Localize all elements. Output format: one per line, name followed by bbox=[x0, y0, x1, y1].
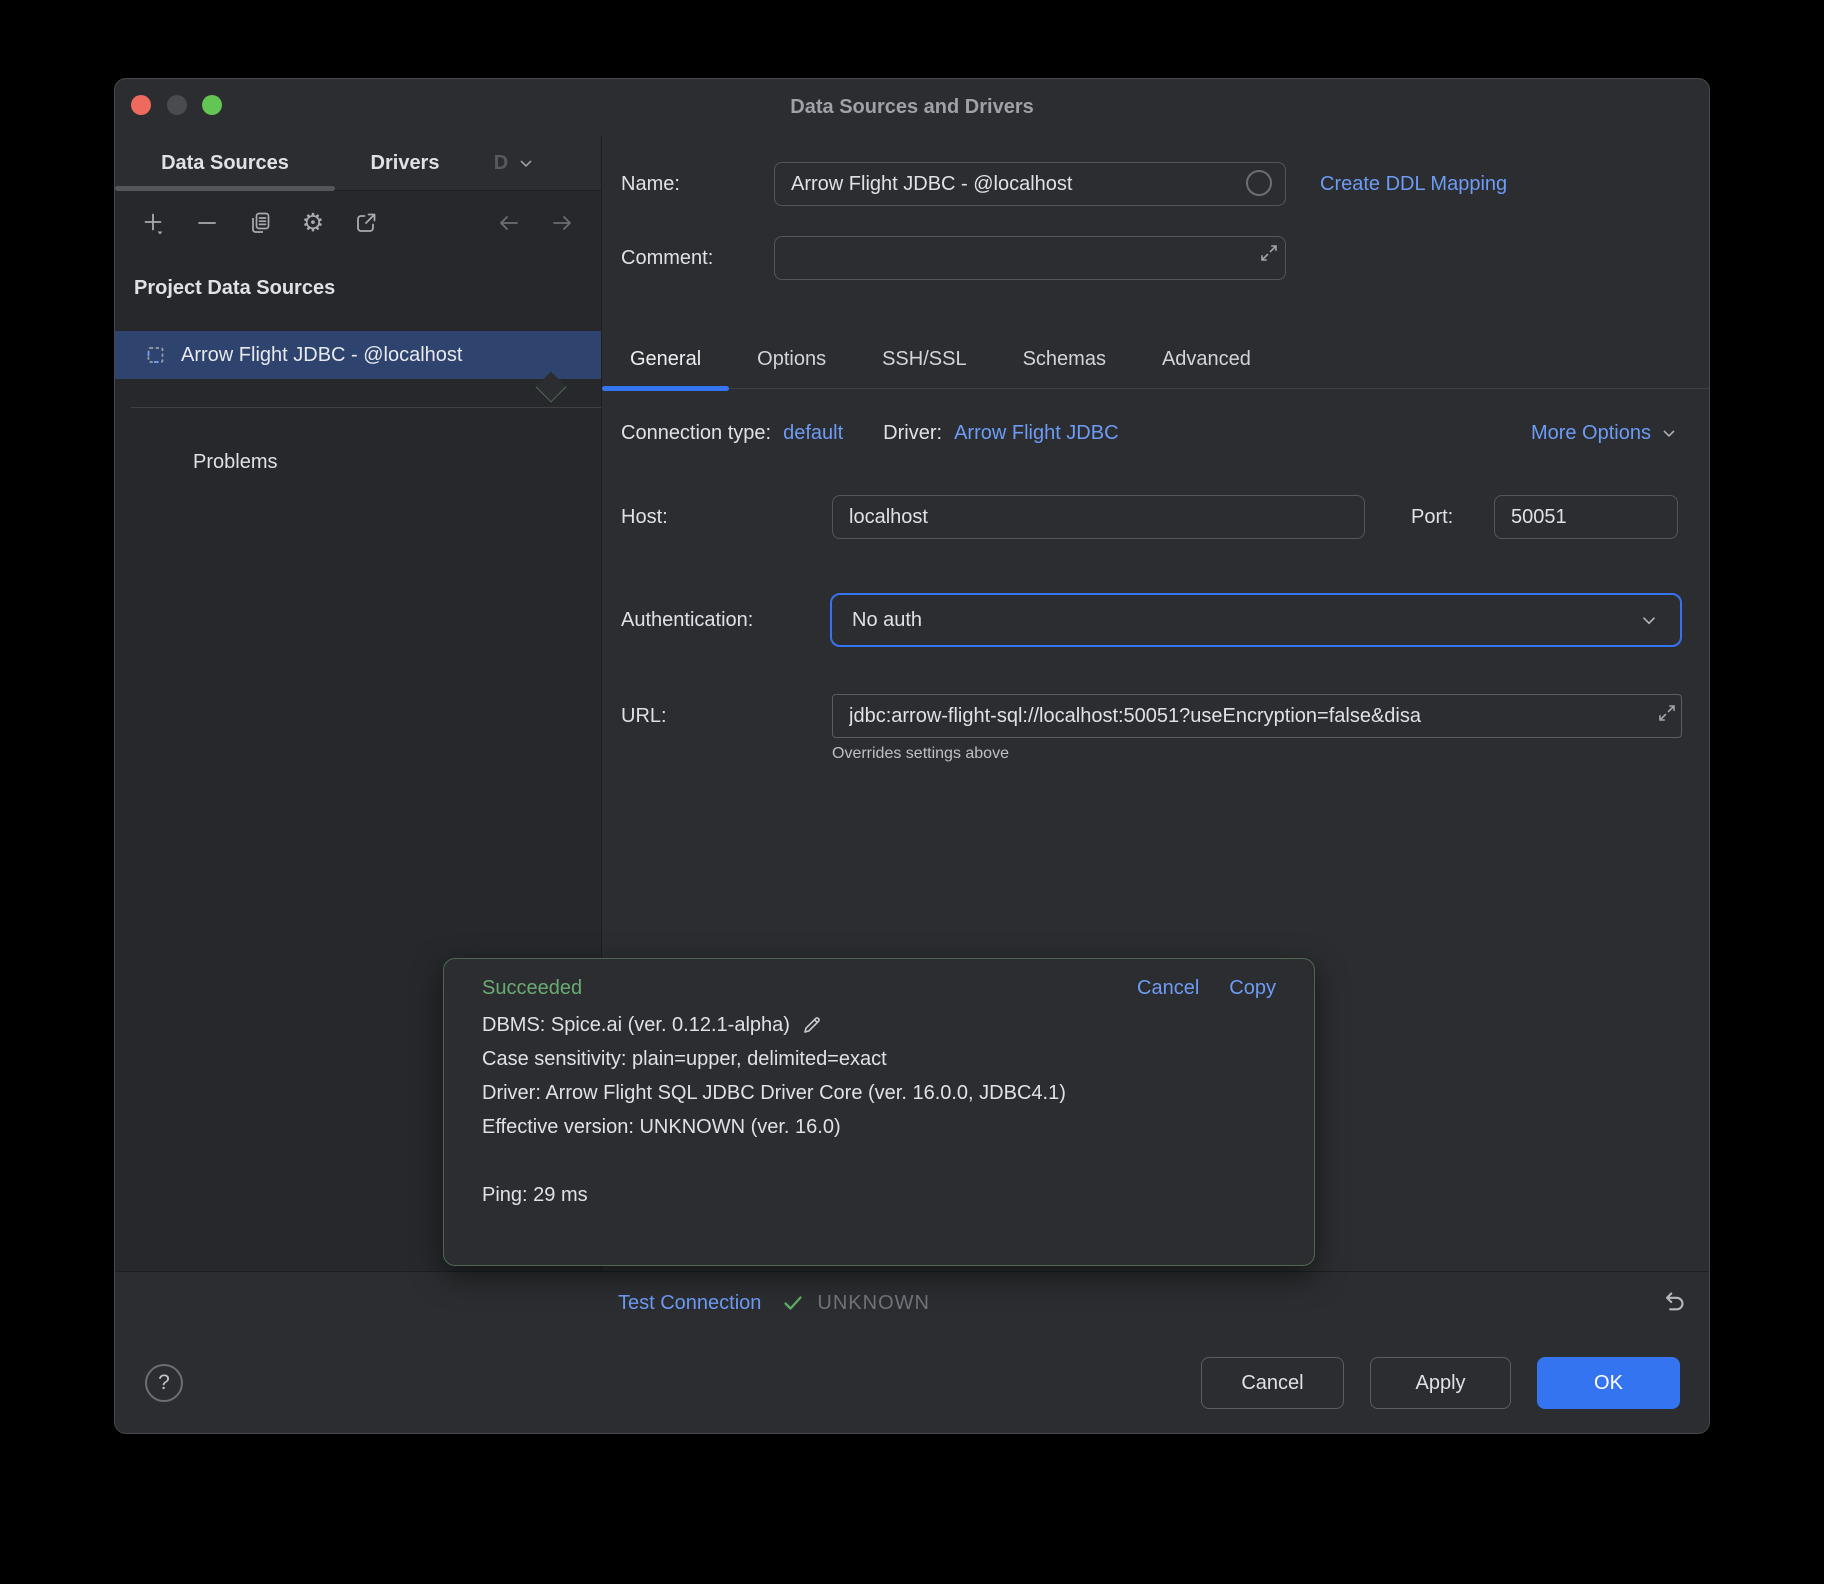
window-title: Data Sources and Drivers bbox=[115, 79, 1709, 135]
minimize-window-button[interactable] bbox=[167, 95, 187, 115]
name-field-wrap bbox=[774, 162, 1286, 206]
connection-type-value[interactable]: default bbox=[783, 422, 843, 445]
test-connection-popup: Succeeded Cancel Copy DBMS: Spice.ai (ve… bbox=[443, 958, 1315, 1266]
tab-ddl-mappings-truncated[interactable]: D bbox=[475, 135, 555, 191]
tab-drivers[interactable]: Drivers bbox=[335, 135, 475, 191]
remove-icon[interactable] bbox=[194, 210, 220, 236]
chevron-down-icon bbox=[1659, 423, 1679, 443]
status-succeeded: Succeeded bbox=[482, 977, 582, 1000]
host-input[interactable] bbox=[832, 495, 1365, 539]
add-icon[interactable] bbox=[141, 210, 167, 236]
close-window-button[interactable] bbox=[131, 95, 151, 115]
name-label: Name: bbox=[621, 162, 680, 206]
edit-pencil-icon[interactable] bbox=[800, 1013, 824, 1037]
more-options-button[interactable]: More Options bbox=[1531, 417, 1679, 449]
sidebar-toolbar: ⚙ bbox=[115, 192, 601, 254]
open-in-new-icon[interactable] bbox=[353, 210, 379, 236]
form-tab-underline bbox=[602, 388, 1710, 389]
comment-label: Comment: bbox=[621, 236, 713, 280]
more-options-label: More Options bbox=[1531, 422, 1651, 445]
port-label: Port: bbox=[1411, 495, 1453, 539]
ok-button[interactable]: OK bbox=[1537, 1357, 1680, 1409]
tab-general[interactable]: General bbox=[602, 329, 729, 389]
undo-icon[interactable] bbox=[1651, 1281, 1695, 1325]
back-arrow-icon[interactable] bbox=[496, 210, 522, 236]
data-source-item[interactable]: Arrow Flight JDBC - @localhost bbox=[115, 331, 601, 379]
popup-body: DBMS: Spice.ai (ver. 0.12.1-alpha) Case … bbox=[444, 993, 1314, 1212]
popup-line-case-sensitivity: Case sensitivity: plain=upper, delimited… bbox=[482, 1042, 1276, 1076]
sidebar-item-problems[interactable]: Problems bbox=[193, 445, 277, 479]
duplicate-icon[interactable] bbox=[247, 210, 273, 236]
test-connection-bar: Test Connection UNKNOWN bbox=[115, 1271, 1709, 1335]
port-input[interactable] bbox=[1494, 495, 1678, 539]
apply-button[interactable]: Apply bbox=[1370, 1357, 1511, 1409]
authentication-label: Authentication: bbox=[621, 593, 753, 647]
authentication-select[interactable]: No auth bbox=[830, 593, 1682, 647]
screen: Data Sources and Drivers Data Sources Dr… bbox=[0, 0, 1824, 1584]
popup-line-effective-version: Effective version: UNKNOWN (ver. 16.0) bbox=[482, 1110, 1276, 1144]
footer-bar: ? Cancel Apply OK bbox=[115, 1333, 1709, 1433]
check-icon bbox=[781, 1291, 805, 1315]
refresh-indicator-icon bbox=[1246, 170, 1272, 196]
data-source-icon bbox=[145, 344, 167, 366]
help-icon[interactable]: ? bbox=[145, 1364, 183, 1402]
settings-gear-icon[interactable]: ⚙ bbox=[300, 210, 326, 236]
tab-advanced[interactable]: Advanced bbox=[1134, 329, 1279, 389]
url-input[interactable] bbox=[832, 694, 1682, 738]
driver-value-link[interactable]: Arrow Flight JDBC bbox=[954, 422, 1118, 445]
popup-line-ping: Ping: 29 ms bbox=[482, 1178, 1276, 1212]
tab-ssh-ssl[interactable]: SSH/SSL bbox=[854, 329, 994, 389]
zoom-window-button[interactable] bbox=[202, 95, 222, 115]
test-status-value: UNKNOWN bbox=[817, 1292, 930, 1315]
host-label: Host: bbox=[621, 495, 668, 539]
sidebar-tab-bar: Data Sources Drivers D bbox=[115, 135, 601, 191]
data-source-label: Arrow Flight JDBC - @localhost bbox=[181, 344, 462, 367]
tab-schemas[interactable]: Schemas bbox=[995, 329, 1134, 389]
sidebar-divider bbox=[131, 407, 601, 408]
expand-icon[interactable] bbox=[1258, 242, 1280, 264]
connection-type-row: Connection type: default Driver: Arrow F… bbox=[621, 417, 1119, 449]
popup-line-blank bbox=[482, 1144, 1276, 1178]
chevron-down-icon bbox=[516, 153, 536, 173]
url-field-wrap bbox=[832, 694, 1682, 738]
url-hint: Overrides settings above bbox=[832, 745, 1009, 763]
create-ddl-mapping-link[interactable]: Create DDL Mapping bbox=[1320, 162, 1507, 206]
name-input[interactable] bbox=[774, 162, 1286, 206]
connection-type-label: Connection type: bbox=[621, 422, 771, 445]
project-data-sources-header: Project Data Sources bbox=[134, 277, 335, 300]
test-connection-link[interactable]: Test Connection bbox=[618, 1292, 761, 1315]
popup-header: Succeeded Cancel Copy bbox=[444, 959, 1314, 993]
popup-cancel-link[interactable]: Cancel bbox=[1137, 977, 1199, 1000]
popup-line-driver: Driver: Arrow Flight SQL JDBC Driver Cor… bbox=[482, 1076, 1276, 1110]
authentication-value: No auth bbox=[852, 609, 922, 632]
comment-field-wrap bbox=[774, 236, 1286, 280]
cancel-button[interactable]: Cancel bbox=[1201, 1357, 1344, 1409]
popup-copy-link[interactable]: Copy bbox=[1229, 977, 1276, 1000]
chevron-down-icon bbox=[1638, 609, 1660, 631]
host-field-wrap bbox=[832, 495, 1365, 539]
url-label: URL: bbox=[621, 694, 667, 738]
form-tab-bar: General Options SSH/SSL Schemas Advanced bbox=[602, 329, 1279, 389]
popup-line-dbms: DBMS: Spice.ai (ver. 0.12.1-alpha) bbox=[482, 1008, 1276, 1042]
tab-options[interactable]: Options bbox=[729, 329, 854, 389]
port-field-wrap bbox=[1494, 495, 1678, 539]
tab-data-sources[interactable]: Data Sources bbox=[115, 135, 335, 191]
forward-arrow-icon[interactable] bbox=[549, 210, 575, 236]
data-sources-dialog: Data Sources and Drivers Data Sources Dr… bbox=[114, 78, 1710, 1434]
comment-input[interactable] bbox=[774, 236, 1286, 280]
title-bar: Data Sources and Drivers bbox=[115, 79, 1709, 135]
driver-label: Driver: bbox=[883, 422, 942, 445]
expand-icon[interactable] bbox=[1656, 702, 1678, 724]
